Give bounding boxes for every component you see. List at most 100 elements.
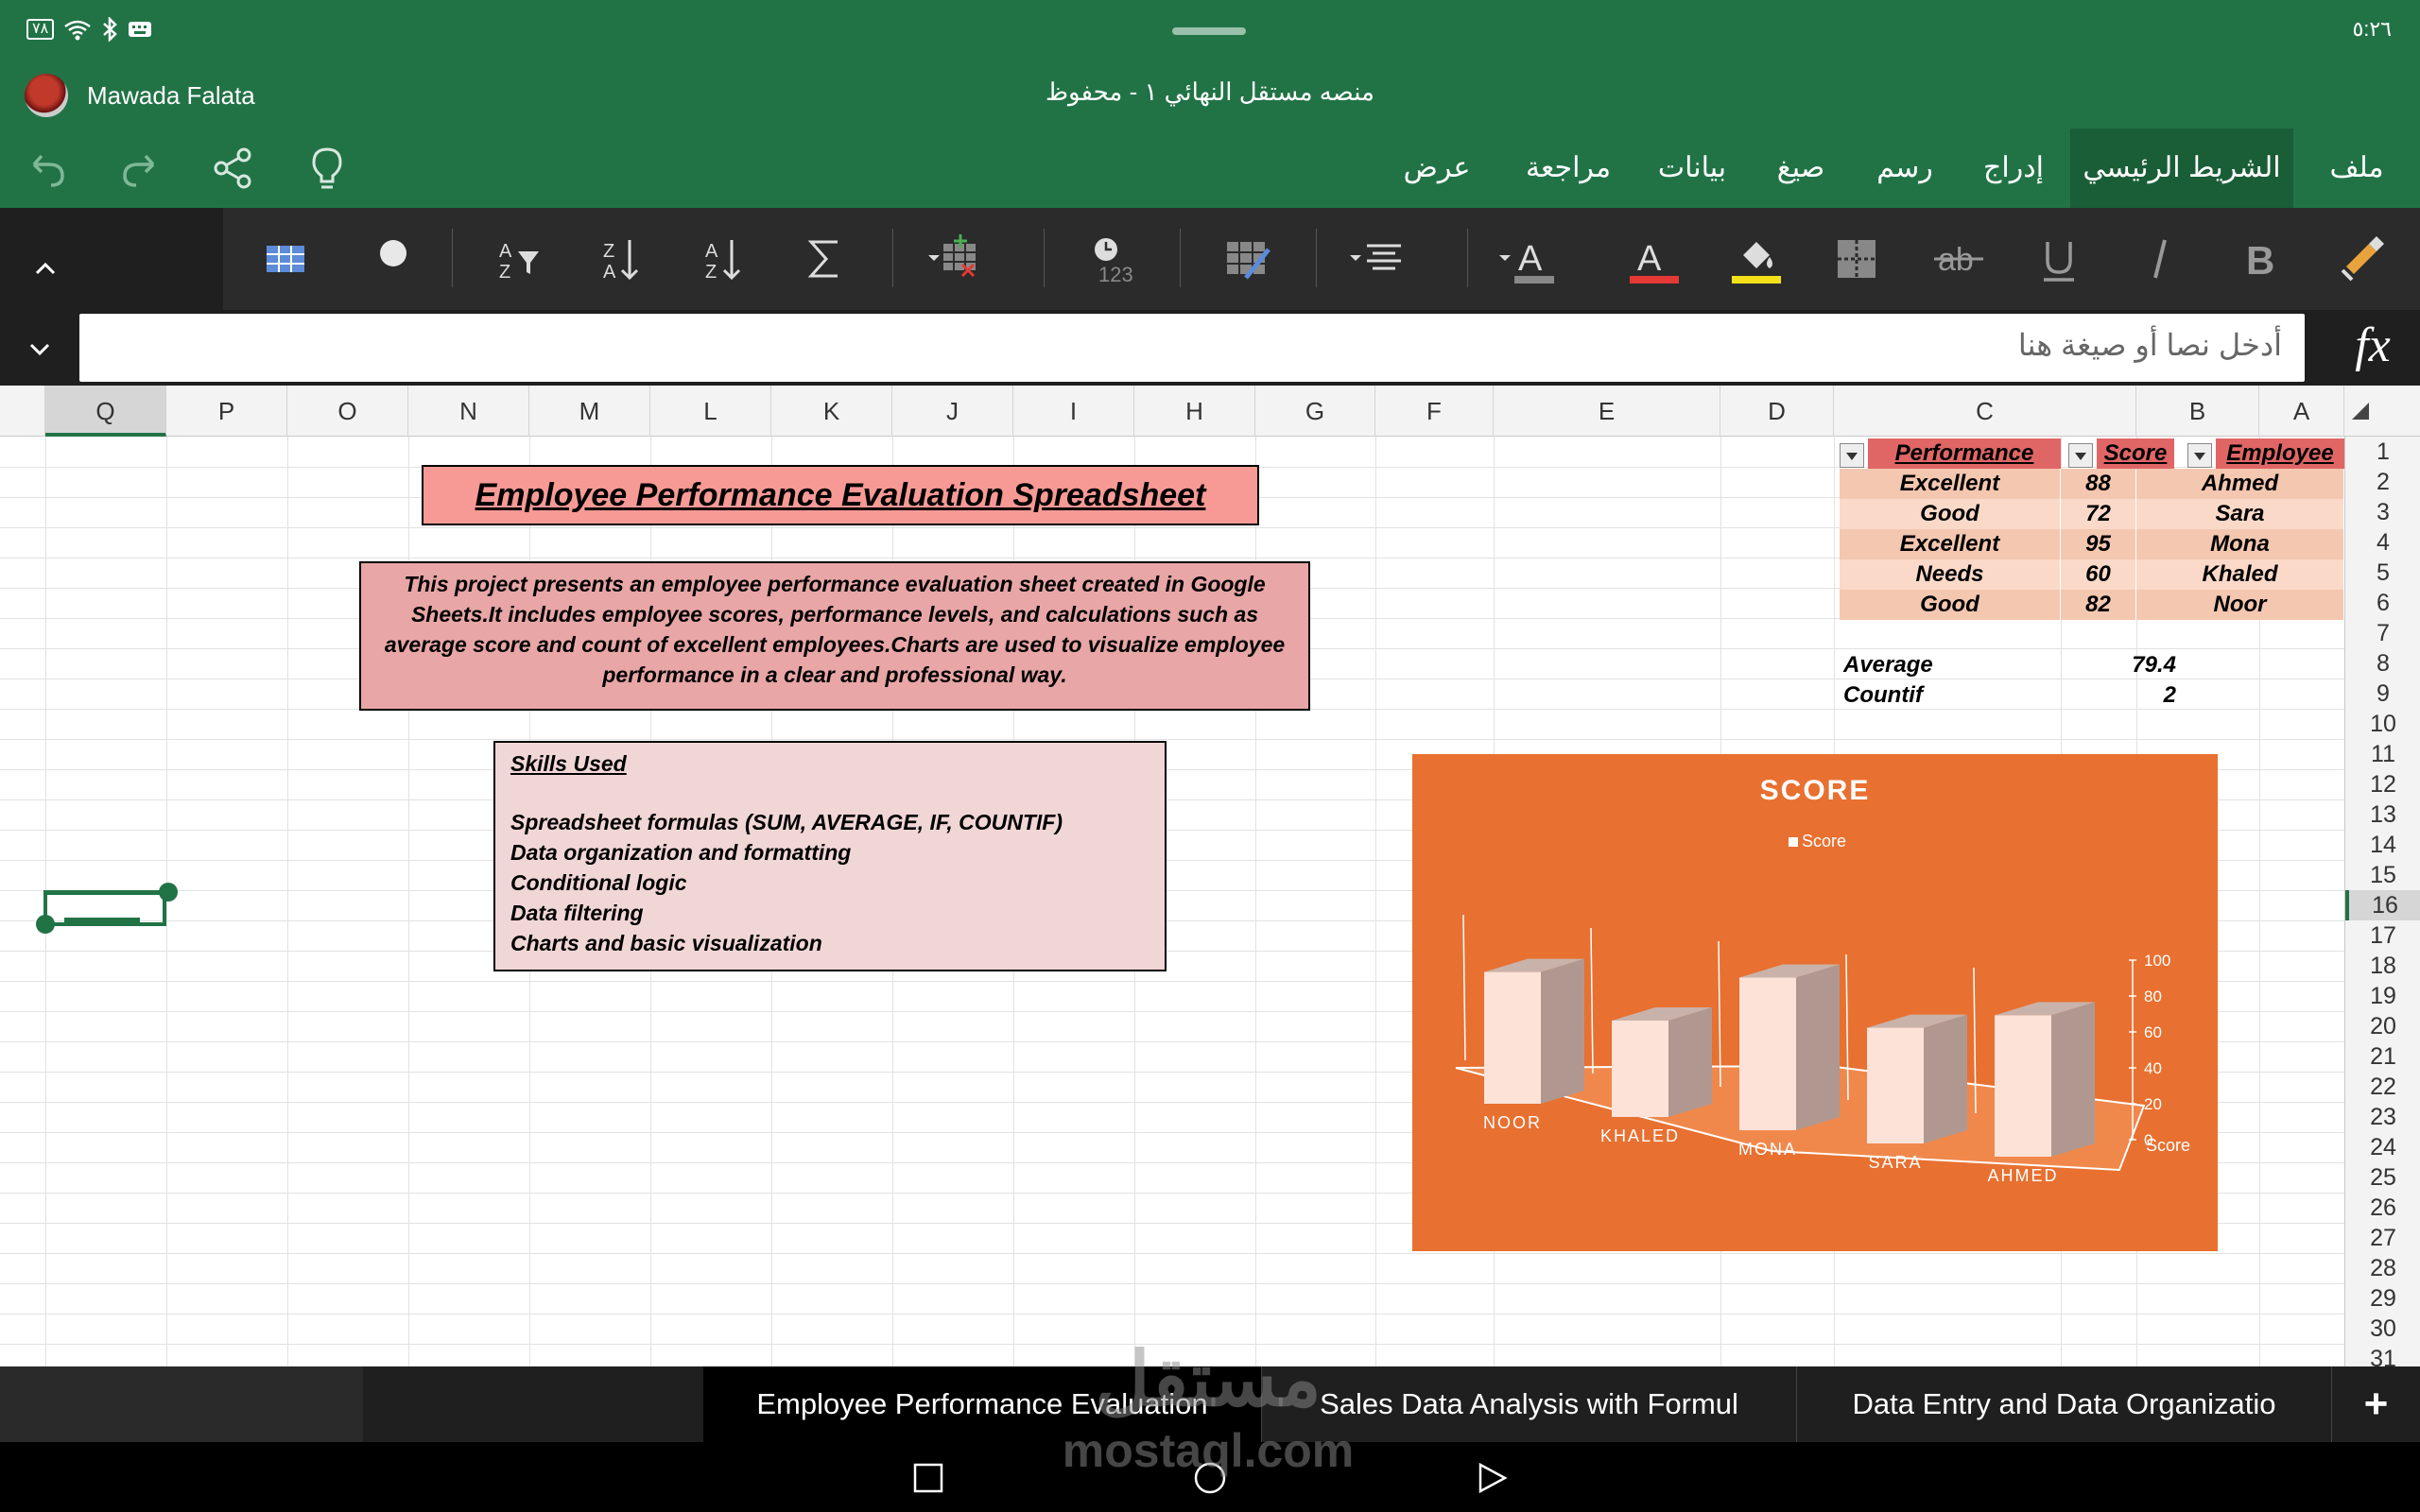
table-cell-score[interactable]: 60 bbox=[2061, 559, 2136, 590]
tab-formulas[interactable]: صيغ bbox=[1758, 129, 1843, 208]
row-header-5[interactable]: 5 bbox=[2345, 558, 2420, 588]
row-header-6[interactable]: 6 bbox=[2345, 588, 2420, 618]
score-chart[interactable]: SCORE Score NOOR KHALED MONA SARA AHMED 0 20 4… bbox=[1412, 754, 2218, 1251]
row-header-10[interactable]: 10 bbox=[2345, 709, 2420, 739]
header-score[interactable]: Score bbox=[2097, 438, 2174, 469]
selection-handle-end[interactable] bbox=[159, 883, 178, 902]
ribbon-collapse[interactable] bbox=[0, 208, 223, 310]
table-cell-performance[interactable]: Excellent bbox=[1840, 529, 2061, 559]
font-color-icon[interactable]: A bbox=[1624, 229, 1685, 289]
lightbulb-icon[interactable] bbox=[301, 142, 354, 195]
row-header-8[interactable]: 8 bbox=[2345, 648, 2420, 679]
row-header-25[interactable]: 25 bbox=[2345, 1162, 2420, 1193]
fx-icon[interactable]: fx bbox=[2325, 310, 2420, 386]
formula-input[interactable]: أدخل نصا أو صيغة هنا bbox=[79, 314, 2305, 382]
column-header-Q[interactable]: Q bbox=[45, 386, 166, 437]
table-cell-score[interactable]: 88 bbox=[2061, 469, 2136, 499]
number-format-icon[interactable]: 123 bbox=[1083, 229, 1144, 289]
redo-icon[interactable] bbox=[113, 142, 166, 195]
bold-icon[interactable]: B bbox=[2231, 229, 2291, 289]
tab-home[interactable]: الشريط الرئيسي bbox=[2070, 129, 2293, 208]
row-header-23[interactable]: 23 bbox=[2345, 1102, 2420, 1132]
table-cell-performance[interactable]: Needs bbox=[1840, 559, 2061, 590]
row-header-9[interactable]: 9 bbox=[2345, 679, 2420, 709]
row-header-16[interactable]: 16 bbox=[2345, 890, 2420, 920]
tab-data[interactable]: بيانات bbox=[1645, 129, 1739, 208]
average-value[interactable]: 79.4 bbox=[2042, 650, 2176, 680]
select-all-icon[interactable] bbox=[2348, 399, 2373, 423]
row-header-1[interactable]: 1 bbox=[2345, 437, 2420, 467]
table-cell-employee[interactable]: Sara bbox=[2136, 499, 2344, 529]
column-header-A[interactable]: A bbox=[2259, 386, 2344, 437]
row-header-31[interactable]: 31 bbox=[2345, 1344, 2420, 1366]
description-box[interactable]: This project presents an employee perfor… bbox=[359, 561, 1310, 711]
recents-icon[interactable] bbox=[909, 1459, 947, 1497]
column-header-E[interactable]: E bbox=[1494, 386, 1720, 437]
header-performance[interactable]: Performance bbox=[1868, 438, 2061, 469]
document-title[interactable]: منصه مستقل النهائي ١ - محفوظ bbox=[926, 77, 1494, 107]
font-color-dropdown-icon[interactable]: A bbox=[1497, 229, 1558, 289]
header-employee[interactable]: Employee bbox=[2216, 438, 2344, 469]
filter-dropdown-employee[interactable] bbox=[2187, 443, 2212, 468]
format-painter-icon[interactable] bbox=[2333, 229, 2394, 289]
row-header-2[interactable]: 2 bbox=[2345, 467, 2420, 497]
column-header-M[interactable]: M bbox=[529, 386, 650, 437]
column-header-O[interactable]: O bbox=[287, 386, 408, 437]
row-header-15[interactable]: 15 bbox=[2345, 860, 2420, 890]
table-cell-performance[interactable]: Excellent bbox=[1840, 469, 2061, 499]
column-header-R[interactable] bbox=[0, 386, 45, 437]
table-cell-score[interactable]: 82 bbox=[2061, 590, 2136, 620]
column-header-P[interactable]: P bbox=[166, 386, 287, 437]
column-header-L[interactable]: L bbox=[650, 386, 771, 437]
selection-handle-start[interactable] bbox=[36, 915, 55, 934]
column-header-J[interactable]: J bbox=[892, 386, 1013, 437]
user-account[interactable]: Mawada Falata bbox=[25, 74, 255, 117]
row-header-28[interactable]: 28 bbox=[2345, 1253, 2420, 1283]
table-cell-performance[interactable]: Good bbox=[1840, 499, 2061, 529]
back-icon[interactable] bbox=[1473, 1459, 1511, 1497]
table-cell-score[interactable]: 72 bbox=[2061, 499, 2136, 529]
row-header-17[interactable]: 17 bbox=[2345, 920, 2420, 951]
row-header-13[interactable]: 13 bbox=[2345, 799, 2420, 830]
row-header-19[interactable]: 19 bbox=[2345, 981, 2420, 1011]
spreadsheet-grid[interactable]: A B C D E F G H I J K L M N O P Q 123456… bbox=[0, 386, 2420, 1366]
autosum-icon[interactable] bbox=[794, 229, 855, 289]
table-cell-employee[interactable]: Mona bbox=[2136, 529, 2344, 559]
row-header-20[interactable]: 20 bbox=[2345, 1011, 2420, 1041]
table-cell-employee[interactable]: Ahmed bbox=[2136, 469, 2344, 499]
row-header-14[interactable]: 14 bbox=[2345, 830, 2420, 860]
column-header-N[interactable]: N bbox=[408, 386, 529, 437]
table-cell-performance[interactable]: Good bbox=[1840, 590, 2061, 620]
share-icon[interactable] bbox=[208, 142, 261, 195]
drag-handle[interactable] bbox=[1172, 27, 1246, 35]
sort-descending-icon[interactable]: ZA bbox=[590, 229, 650, 289]
filter-dropdown-score[interactable] bbox=[2068, 443, 2093, 468]
row-header-27[interactable]: 27 bbox=[2345, 1223, 2420, 1253]
row-header-7[interactable]: 7 bbox=[2345, 618, 2420, 648]
row-header-18[interactable]: 18 bbox=[2345, 951, 2420, 981]
borders-icon[interactable] bbox=[1826, 229, 1887, 289]
table-cell-score[interactable]: 95 bbox=[2061, 529, 2136, 559]
skills-box[interactable]: Skills Used Spreadsheet formulas (SUM, A… bbox=[493, 741, 1167, 971]
row-header-11[interactable]: 11 bbox=[2345, 739, 2420, 769]
table-icon[interactable] bbox=[255, 229, 316, 289]
row-header-30[interactable]: 30 bbox=[2345, 1314, 2420, 1344]
row-header-29[interactable]: 29 bbox=[2345, 1283, 2420, 1314]
tab-insert[interactable]: إدراج bbox=[1968, 129, 2059, 208]
chevron-down-icon[interactable] bbox=[28, 342, 51, 357]
undo-icon[interactable] bbox=[21, 142, 74, 195]
table-cell-employee[interactable]: Khaled bbox=[2136, 559, 2344, 590]
add-sheet-button[interactable]: + bbox=[2331, 1366, 2420, 1442]
underline-icon[interactable] bbox=[2029, 229, 2089, 289]
row-header-24[interactable]: 24 bbox=[2345, 1132, 2420, 1162]
countif-value[interactable]: 2 bbox=[2042, 680, 2176, 711]
sheet-tab-data-entry[interactable]: Data Entry and Data Organizatio bbox=[1796, 1366, 2331, 1442]
row-header-26[interactable]: 26 bbox=[2345, 1193, 2420, 1223]
record-icon[interactable] bbox=[363, 229, 424, 289]
column-header-K[interactable]: K bbox=[771, 386, 892, 437]
row-header-21[interactable]: 21 bbox=[2345, 1041, 2420, 1072]
strikethrough-icon[interactable]: ab bbox=[1928, 229, 1989, 289]
sort-filter-icon[interactable]: AZ bbox=[488, 229, 548, 289]
row-header-22[interactable]: 22 bbox=[2345, 1072, 2420, 1102]
sort-ascending-icon[interactable]: AZ bbox=[692, 229, 752, 289]
